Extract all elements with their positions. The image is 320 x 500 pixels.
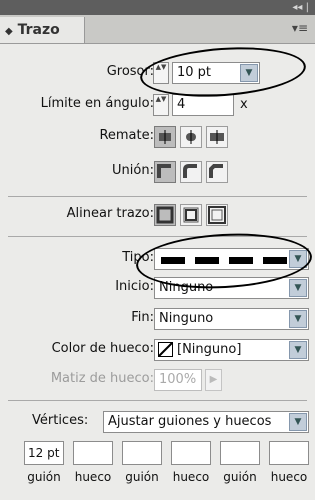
panel-titlebar: ◂◂ | bbox=[0, 0, 315, 15]
align-outside-icon[interactable] bbox=[206, 204, 228, 226]
gap-3-input[interactable] bbox=[269, 441, 309, 465]
color-hueco-label: Color de hueco: bbox=[51, 341, 154, 356]
gap-1-input[interactable] bbox=[73, 441, 113, 465]
color-hueco-select[interactable]: [Ninguno] ▼ bbox=[154, 339, 309, 361]
miter-join-icon[interactable] bbox=[154, 161, 176, 183]
tab-row: ◆ Trazo ▾≡ bbox=[0, 15, 315, 44]
chevron-down-icon[interactable]: ▼ bbox=[289, 413, 307, 431]
stroke-panel: ◂◂ | ◆ Trazo ▾≡ Grosor: ▲▼ 10 pt ▼ Límit… bbox=[0, 0, 315, 500]
dash-1-label: guión bbox=[27, 470, 61, 484]
matiz-hueco-label: Matiz de hueco: bbox=[50, 371, 154, 386]
none-swatch-icon bbox=[158, 342, 173, 357]
gap-2-input[interactable] bbox=[171, 441, 211, 465]
alinear-label: Alinear trazo: bbox=[66, 206, 154, 221]
row-remate: Remate: bbox=[0, 123, 315, 151]
chevron-right-icon[interactable]: ▶ bbox=[205, 369, 222, 391]
row-limite: Límite en ángulo: ▲▼ 4 x bbox=[0, 91, 315, 119]
inicio-label: Inicio: bbox=[115, 279, 154, 294]
butt-cap-icon[interactable] bbox=[154, 126, 176, 148]
chevron-down-icon[interactable]: ▼ bbox=[289, 341, 307, 359]
color-hueco-value: [Ninguno] bbox=[177, 342, 242, 357]
gap-2-label: hueco bbox=[172, 470, 210, 484]
limite-value: 4 bbox=[177, 97, 186, 112]
tab-toggle-icon[interactable]: ◆ bbox=[0, 26, 13, 37]
limite-suffix: x bbox=[240, 97, 248, 112]
row-union: Unión: bbox=[0, 158, 315, 186]
row-fin: Fin: Ninguno ▼ bbox=[0, 305, 315, 333]
fin-value: Ninguno bbox=[159, 311, 214, 326]
collapse-icon[interactable]: ◂◂ | bbox=[292, 0, 309, 15]
vertices-label: Vértices: bbox=[32, 413, 89, 428]
projecting-cap-icon[interactable] bbox=[206, 126, 228, 148]
bevel-join-icon[interactable] bbox=[206, 161, 228, 183]
dash-3-label: guión bbox=[223, 470, 257, 484]
row-color-hueco: Color de hueco: [Ninguno] ▼ bbox=[0, 336, 315, 364]
matiz-hueco-value: 100% bbox=[159, 372, 197, 387]
row-alinear: Alinear trazo: bbox=[0, 201, 315, 229]
tab-trazo[interactable]: ◆ Trazo bbox=[0, 17, 85, 43]
divider bbox=[8, 400, 307, 401]
limite-label: Límite en ángulo: bbox=[40, 96, 154, 111]
limite-spinner[interactable]: ▲▼ bbox=[153, 94, 169, 116]
row-matiz-hueco: Matiz de hueco: 100% ▶ bbox=[0, 366, 315, 394]
panel-menu-icon[interactable]: ▾≡ bbox=[292, 21, 308, 35]
union-label: Unión: bbox=[112, 163, 154, 178]
gap-1-label: hueco bbox=[74, 470, 112, 484]
matiz-hueco-input[interactable]: 100% bbox=[154, 369, 202, 391]
dash-1-value: 12 pt bbox=[28, 446, 60, 460]
fin-label: Fin: bbox=[131, 310, 154, 325]
limite-input[interactable]: 4 bbox=[172, 94, 234, 116]
dash-2-input[interactable] bbox=[122, 441, 162, 465]
fin-select[interactable]: Ninguno ▼ bbox=[154, 308, 309, 330]
dash-3-input[interactable] bbox=[220, 441, 260, 465]
divider bbox=[8, 196, 307, 197]
vertices-select[interactable]: Ajustar guiones y huecos ▼ bbox=[103, 411, 309, 433]
round-join-icon[interactable] bbox=[180, 161, 202, 183]
dash-2-label: guión bbox=[125, 470, 159, 484]
tab-label: Trazo bbox=[17, 22, 60, 38]
chevron-down-icon[interactable]: ▼ bbox=[289, 279, 307, 297]
vertices-value: Ajustar guiones y huecos bbox=[108, 414, 272, 429]
align-center-icon[interactable] bbox=[154, 204, 176, 226]
gap-3-label: hueco bbox=[270, 470, 308, 484]
row-vertices: Vértices: Ajustar guiones y huecos ▼ bbox=[0, 408, 315, 436]
chevron-down-icon[interactable]: ▼ bbox=[289, 310, 307, 328]
dash-1-input[interactable]: 12 pt bbox=[24, 441, 64, 465]
remate-label: Remate: bbox=[99, 128, 154, 143]
align-inside-icon[interactable] bbox=[180, 204, 202, 226]
round-cap-icon[interactable] bbox=[180, 126, 202, 148]
